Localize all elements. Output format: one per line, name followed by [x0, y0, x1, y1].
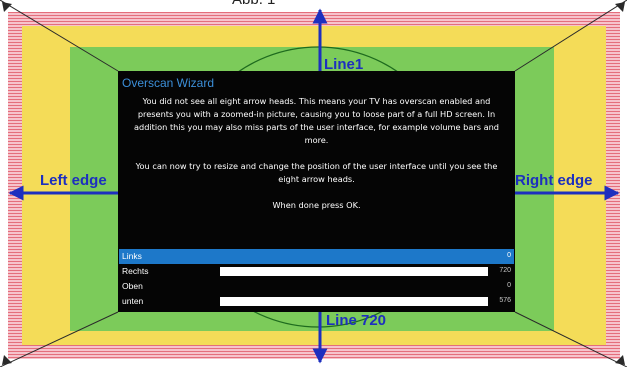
right-edge-label: Right edge — [515, 172, 593, 189]
setting-value: 576 — [499, 297, 511, 304]
setting-value: 720 — [499, 267, 511, 274]
setting-label: Links — [122, 251, 142, 261]
wizard-paragraph: You can now try to resize and change the… — [135, 161, 498, 184]
setting-slider[interactable] — [220, 267, 488, 276]
setting-slider[interactable] — [220, 297, 488, 306]
wizard-paragraph: When done press OK. — [272, 200, 361, 210]
setting-label: Oben — [122, 281, 143, 291]
overscan-test-screen: Abb. 1 L — [0, 0, 627, 367]
bottom-line-label: Line 720 — [326, 312, 387, 329]
setting-row-links[interactable]: Links 0 — [119, 249, 514, 264]
setting-label: Rechts — [122, 266, 149, 276]
wizard-paragraph: You did not see all eight arrow heads. T… — [133, 96, 500, 145]
overscan-wizard-dialog: Overscan Wizard You did not see all eigh… — [118, 71, 515, 312]
setting-row-unten[interactable]: unten 576 — [119, 294, 514, 309]
setting-row-rechts[interactable]: Rechts 720 — [119, 264, 514, 279]
wizard-title: Overscan Wizard — [122, 76, 215, 90]
setting-label: unten — [122, 296, 144, 306]
left-edge-label: Left edge — [40, 172, 107, 189]
setting-value: 0 — [507, 282, 511, 289]
wizard-instructions: You did not see all eight arrow heads. T… — [126, 95, 507, 225]
setting-value: 0 — [507, 252, 511, 259]
setting-row-oben[interactable]: Oben 0 — [119, 279, 514, 294]
